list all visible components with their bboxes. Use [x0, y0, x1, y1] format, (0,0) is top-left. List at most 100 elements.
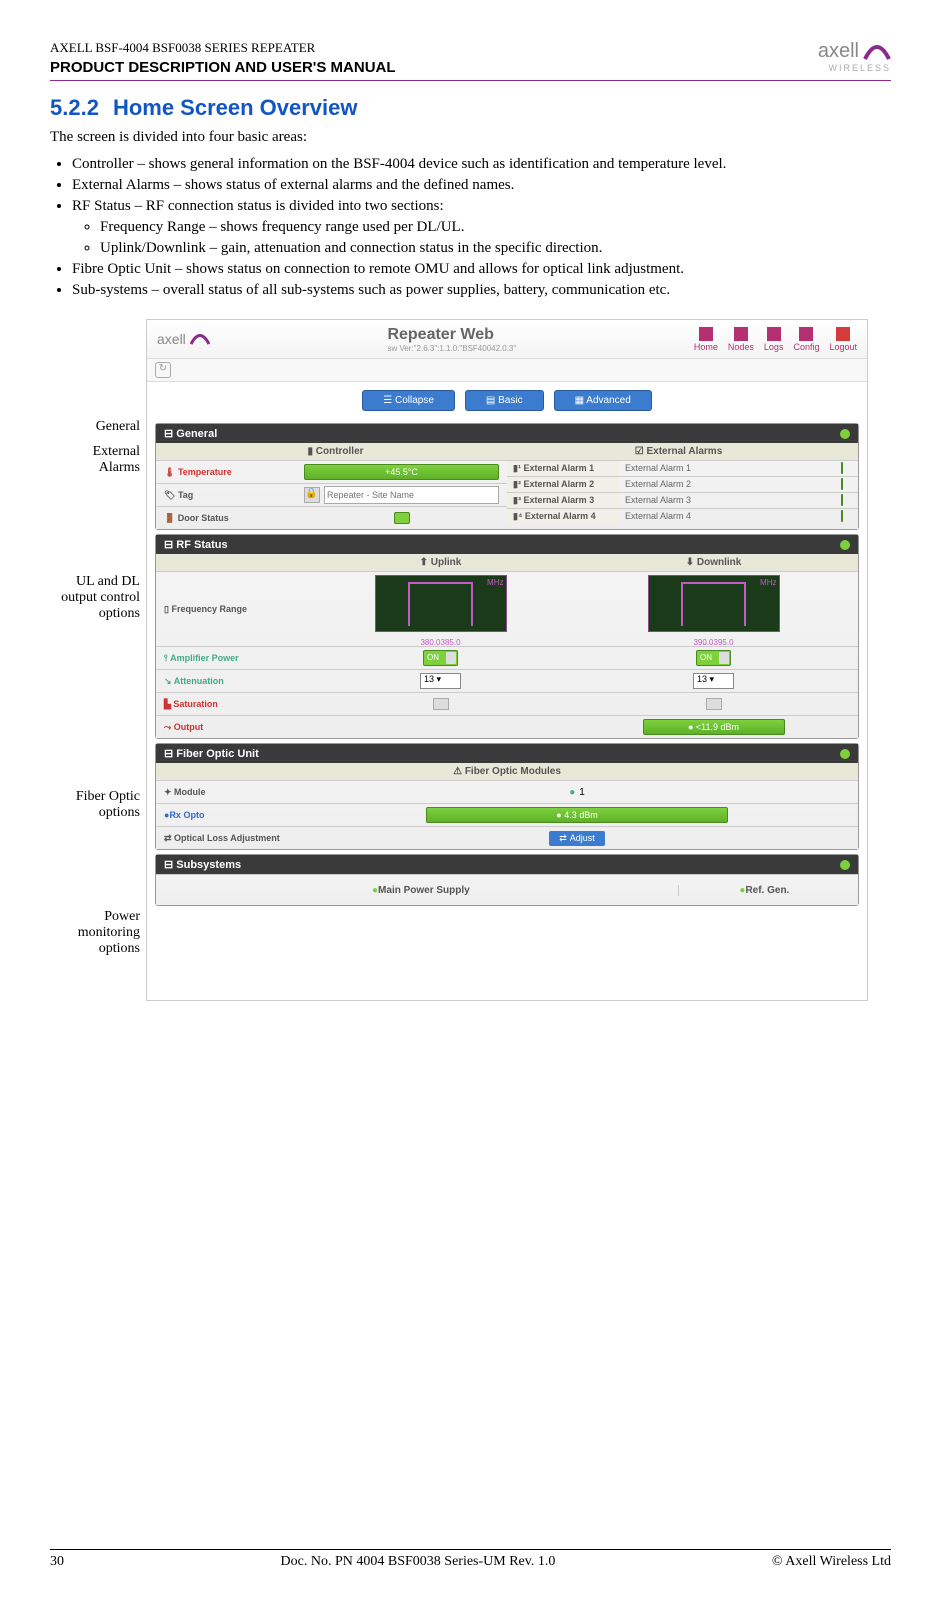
alarm2-val: External Alarm 2 [619, 477, 826, 492]
main-power-label: Main Power Supply [378, 885, 470, 896]
copyright: © Axell Wireless Ltd [772, 1554, 891, 1570]
ss-toolbar: ↻ [147, 359, 867, 382]
config-icon [799, 327, 813, 341]
collapse-button[interactable]: ☰ Collapse [362, 390, 455, 411]
status-dot-icon [840, 860, 850, 870]
alarm1-val: External Alarm 1 [619, 461, 826, 476]
ss-sw-version: sw Ver:"2.6.3":1.1.0:"BSF40042.0.3" [387, 344, 516, 353]
module-label: Module [174, 787, 206, 797]
section-heading: 5.2.2 Home Screen Overview [50, 95, 891, 121]
section-intro: The screen is divided into four basic ar… [50, 129, 891, 146]
opt-loss-label: Optical Loss Adjustment [174, 833, 280, 843]
callout-external-alarms: External Alarms [60, 444, 140, 476]
alarm3-name: ▮³ External Alarm 3 [507, 493, 619, 508]
fiber-optic-panel: ⊟ Fiber Optic Unit ⚠ Fiber Optic Modules… [155, 743, 859, 850]
ss-nav: Home Nodes Logs Config Logout [694, 327, 857, 352]
bullet-subsystems: Sub-systems – overall status of all sub-… [72, 282, 891, 299]
door-status-badge [394, 512, 410, 524]
module-number: 1 [579, 787, 585, 798]
logout-icon [836, 327, 850, 341]
general-panel: ⊟ General ▮ Controller☑ External Alarms … [155, 423, 859, 530]
page-footer: 30 Doc. No. PN 4004 BSF0038 Series-UM Re… [50, 1549, 891, 1570]
header-product-line: AXELL BSF-4004 BSF0038 SERIES REPEATER [50, 40, 396, 56]
freq-range-label: Frequency Range [171, 604, 247, 614]
nodes-icon [734, 327, 748, 341]
logo-sub: WIRELESS [818, 63, 891, 73]
downlink-graph: MHz [648, 575, 780, 632]
external-alarms-heading: ☑ External Alarms [507, 446, 850, 457]
ss-logo: axell [157, 331, 210, 347]
output-value: ● <11.9 dBm [643, 719, 785, 735]
rx-opto-label: Rx Opto [169, 810, 204, 820]
tag-input[interactable] [324, 486, 499, 504]
sub-bullet-list: Frequency Range – shows frequency range … [72, 219, 891, 257]
status-dot-icon [840, 749, 850, 759]
ul-att-select[interactable]: 13 ▾ [420, 673, 461, 689]
nav-home[interactable]: Home [694, 327, 718, 352]
callout-general: General [60, 419, 140, 435]
rf-status-panel: ⊟ RF Status ⬆ Uplink⬇ Downlink ▯ Frequen… [155, 534, 859, 739]
alarm4-val: External Alarm 4 [619, 509, 826, 524]
alarm1-name: ▮¹ External Alarm 1 [507, 461, 619, 476]
amp-power-label: Amplifier Power [170, 653, 239, 663]
logs-icon [767, 327, 781, 341]
alarm2-status [841, 478, 843, 490]
bullet-rf-status: RF Status – RF connection status is divi… [72, 198, 891, 215]
logo-swirl-icon [863, 41, 891, 63]
downlink-heading: ⬇ Downlink [577, 557, 850, 568]
callout-fiber: Fiber Optic options [60, 789, 140, 821]
subsystems-panel: ⊟ Subsystems ●Main Power Supply●Ref. Gen… [155, 854, 859, 906]
alarm3-status [841, 494, 843, 506]
nav-config[interactable]: Config [793, 327, 819, 352]
dl-sat-indicator [706, 698, 722, 710]
ref-gen-label: Ref. Gen. [745, 885, 789, 896]
uplink-heading: ⬆ Uplink [304, 557, 577, 568]
sub-bullet-freq: Frequency Range – shows frequency range … [100, 219, 891, 236]
fiber-panel-title: ⊟ Fiber Optic Unit [164, 747, 259, 760]
doc-number: Doc. No. PN 4004 BSF0038 Series-UM Rev. … [281, 1554, 556, 1570]
controller-heading: ▮ Controller [164, 446, 507, 457]
uplink-graph: MHz [375, 575, 507, 632]
ul-amp-switch[interactable]: ON [423, 650, 458, 666]
rx-opto-value: ● 4.3 dBm [426, 807, 728, 823]
status-dot-icon [840, 540, 850, 550]
page-header: AXELL BSF-4004 BSF0038 SERIES REPEATER P… [50, 40, 891, 81]
sub-bullet-uldl: Uplink/Downlink – gain, attenuation and … [100, 240, 891, 257]
section-title: Home Screen Overview [113, 95, 358, 120]
advanced-button[interactable]: ▦ Advanced [554, 390, 652, 411]
alarm3-val: External Alarm 3 [619, 493, 826, 508]
header-doc-title: PRODUCT DESCRIPTION AND USER'S MANUAL [50, 59, 396, 76]
home-icon [699, 327, 713, 341]
lock-icon[interactable]: 🔒 [304, 487, 320, 503]
output-label: Output [174, 722, 204, 732]
adjust-button[interactable]: ⇄ Adjust [549, 831, 605, 846]
bullet-fibre: Fibre Optic Unit – shows status on conne… [72, 261, 891, 278]
callout-uldl: UL and DL output control options [60, 574, 140, 622]
alarm1-status [841, 462, 843, 474]
rf-status-title: ⊟ RF Status [164, 538, 228, 551]
logo-text: axell [818, 40, 859, 63]
saturation-label: Saturation [173, 699, 218, 709]
dl-amp-switch[interactable]: ON [696, 650, 731, 666]
subsystems-title: ⊟ Subsystems [164, 858, 241, 871]
nav-logs[interactable]: Logs [764, 327, 784, 352]
dl-att-select[interactable]: 13 ▾ [693, 673, 734, 689]
page-number: 30 [50, 1554, 64, 1570]
ul-sat-indicator [433, 698, 449, 710]
main-bullet-list: Controller – shows general information o… [50, 156, 891, 299]
attenuation-label: Attenuation [174, 676, 224, 686]
temperature-label: Temperature [178, 467, 232, 477]
callout-power: Power monitoring options [60, 909, 140, 957]
screenshot-header: axell Repeater Web sw Ver:"2.6.3":1.1.0:… [147, 320, 867, 359]
bullet-external-alarms: External Alarms – shows status of extern… [72, 177, 891, 194]
alarm4-name: ▮⁴ External Alarm 4 [507, 509, 619, 524]
nav-logout[interactable]: Logout [829, 327, 857, 352]
refresh-button[interactable]: ↻ [155, 362, 171, 378]
section-number: 5.2.2 [50, 95, 99, 120]
nav-nodes[interactable]: Nodes [728, 327, 754, 352]
fiber-modules-heading: ⚠ Fiber Optic Modules [164, 766, 850, 777]
logo: axell WIRELESS [818, 40, 891, 73]
basic-button[interactable]: ▤ Basic [465, 390, 544, 411]
temperature-value: +45.5°C [304, 464, 499, 480]
tag-label: Tag [178, 490, 193, 500]
